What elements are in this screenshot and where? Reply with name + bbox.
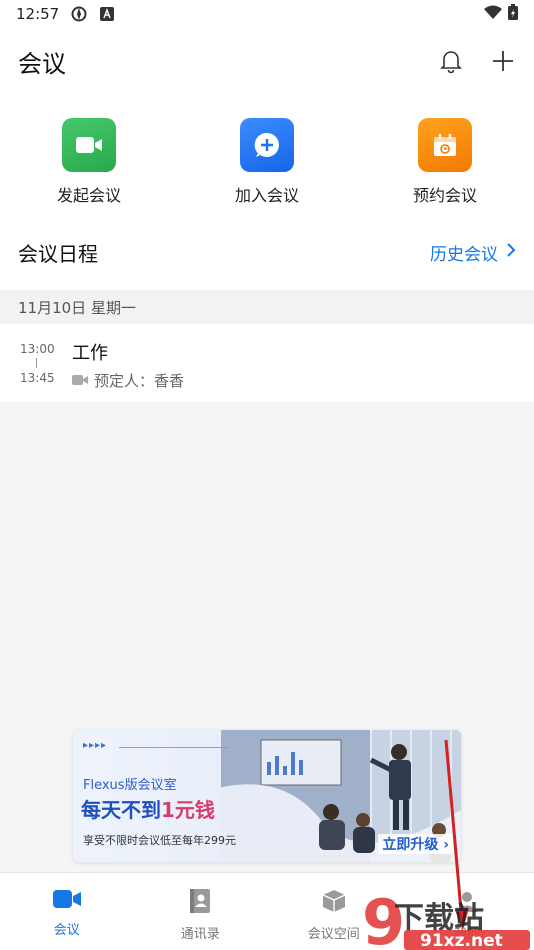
join-meeting-button[interactable]: 加入会议 bbox=[178, 94, 356, 214]
upgrade-button[interactable]: 立即升级 › bbox=[378, 834, 453, 854]
status-bar: 12:57 bbox=[0, 0, 534, 28]
site-watermark-logo: 9 下载站 91xz.net bbox=[362, 888, 530, 950]
svg-text:91xz.net: 91xz.net bbox=[420, 931, 503, 950]
contacts-book-icon bbox=[189, 889, 211, 917]
tab-meeting-space-label: 会议空间 bbox=[307, 927, 360, 942]
bell-icon[interactable] bbox=[438, 48, 464, 74]
video-camera-icon bbox=[62, 118, 116, 172]
start-meeting-button[interactable]: 发起会议 bbox=[0, 94, 178, 214]
schedule-meeting-button[interactable]: 预约会议 bbox=[356, 94, 534, 214]
plus-circle-icon bbox=[240, 118, 294, 172]
meeting-title: 工作 bbox=[72, 343, 108, 364]
schedule-title: 会议日程 bbox=[18, 241, 98, 266]
banner-subtitle: 享受不限时会议低至每年299元 bbox=[83, 834, 236, 847]
meeting-end-time: 13:45 bbox=[20, 371, 55, 385]
start-meeting-label: 发起会议 bbox=[56, 186, 121, 205]
date-divider: 11月10日 星期一 bbox=[0, 290, 534, 324]
history-meetings-link[interactable]: 历史会议 bbox=[430, 240, 516, 265]
decor-line bbox=[119, 747, 229, 748]
banner-headline-a: 每天不到 bbox=[81, 798, 161, 822]
quick-actions: 发起会议 加入会议 预约会议 bbox=[0, 94, 534, 214]
page-title: 会议 bbox=[18, 49, 66, 78]
date-label: 11月10日 星期一 bbox=[18, 298, 136, 317]
sync-icon bbox=[71, 6, 87, 22]
history-meetings-label: 历史会议 bbox=[430, 244, 498, 265]
app-header: 会议 bbox=[0, 28, 534, 94]
meeting-organizer: 预定人：香香 bbox=[94, 372, 185, 390]
banner-brand: Flexus版会议室 bbox=[83, 778, 177, 793]
tab-contacts-label: 通讯录 bbox=[180, 927, 220, 942]
banner-headline-b: 1元钱 bbox=[161, 798, 215, 822]
tab-meetings-label: 会议 bbox=[53, 923, 80, 938]
calendar-clock-icon bbox=[418, 118, 472, 172]
join-meeting-label: 加入会议 bbox=[234, 186, 299, 205]
time-divider bbox=[36, 358, 37, 368]
upgrade-label: 立即升级 bbox=[382, 837, 439, 853]
video-camera-icon bbox=[52, 889, 81, 913]
schedule-header: 会议日程 历史会议 bbox=[0, 214, 534, 290]
schedule-meeting-label: 预约会议 bbox=[412, 186, 477, 205]
wifi-icon bbox=[484, 5, 502, 23]
decor-arrows: ▸▸▸▸ bbox=[83, 740, 108, 751]
meeting-list-item[interactable]: 13:00 13:45 工作 预定人：香香 bbox=[0, 324, 534, 402]
battery-icon bbox=[508, 4, 518, 24]
tab-contacts[interactable]: 通讯录 bbox=[134, 873, 268, 950]
meeting-start-time: 13:00 bbox=[20, 342, 55, 356]
add-icon[interactable] bbox=[490, 48, 516, 74]
video-small-icon bbox=[72, 372, 88, 390]
banner-headline: 每天不到1元钱 bbox=[81, 794, 215, 823]
cube-icon bbox=[322, 889, 346, 917]
keyboard-a-icon bbox=[99, 6, 115, 22]
chevron-right-icon bbox=[506, 242, 516, 263]
status-time: 12:57 bbox=[16, 5, 60, 23]
promo-banner[interactable]: ▸▸▸▸ Flexus版会议室 每天不到1元钱 享受不限时会议低至每年299元 … bbox=[73, 730, 461, 862]
tab-meetings[interactable]: 会议 bbox=[0, 873, 134, 950]
